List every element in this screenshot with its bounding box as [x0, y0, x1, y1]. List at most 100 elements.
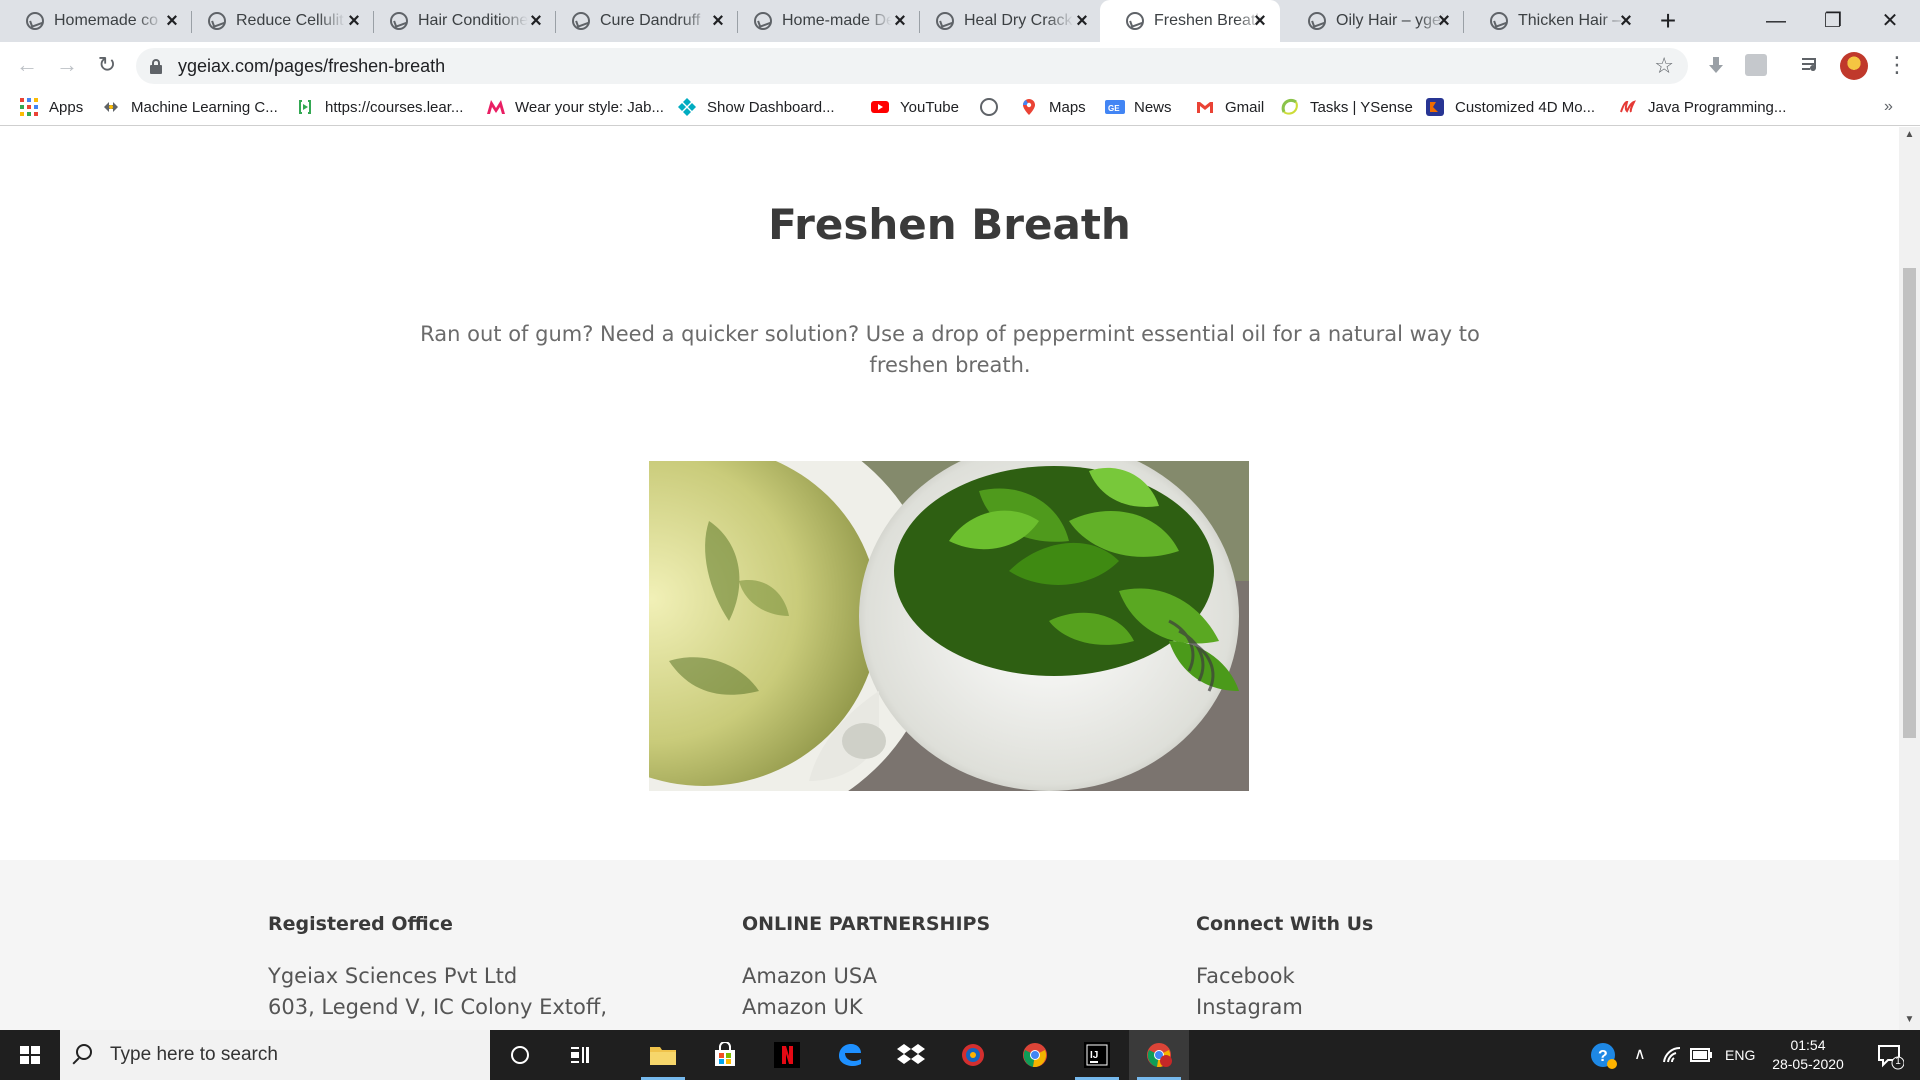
tab-title: Hair Conditione [418, 12, 528, 29]
menu-icon[interactable]: ⋮ [1886, 50, 1908, 80]
close-icon[interactable]: × [1072, 11, 1092, 31]
dropbox-app[interactable] [881, 1030, 941, 1080]
globe-icon [26, 12, 44, 30]
close-icon[interactable]: × [162, 11, 182, 31]
svg-text:GE: GE [1108, 104, 1120, 113]
vertical-scrollbar[interactable]: ▲ ▼ [1899, 127, 1920, 1030]
system-tray: ? ∧ ENG 01:54 28-05-2020 1 [1580, 1030, 1920, 1080]
forward-button[interactable]: → [52, 50, 82, 80]
footer-online-partnerships: ONLINE PARTNERSHIPS Amazon USA Amazon UK [742, 913, 990, 1023]
footer-link[interactable]: Amazon UK [742, 992, 990, 1023]
help-icon[interactable]: ? [1590, 1042, 1618, 1075]
footer-link[interactable]: Instagram [1196, 992, 1373, 1023]
netflix-app[interactable] [757, 1030, 817, 1080]
close-icon[interactable]: × [708, 11, 728, 31]
footer-line: 603, Legend V, IC Colony Extoff, [268, 995, 608, 1019]
tab-title: Oily Hair – ygei [1336, 12, 1445, 29]
taskbar-search-box[interactable]: Type here to search [60, 1030, 490, 1080]
news-icon: GE [1105, 98, 1125, 116]
profile-avatar[interactable] [1840, 52, 1868, 80]
tab-thicken-hair[interactable]: Thicken Hair – × [1464, 0, 1646, 42]
close-icon[interactable]: × [1434, 11, 1454, 31]
bookmark-ysense[interactable]: Tasks | YSense [1281, 88, 1413, 126]
tab-hair-conditioner[interactable]: Hair Conditione × [364, 0, 556, 42]
bookmark-apps[interactable]: Apps [20, 88, 83, 126]
close-icon[interactable]: × [1250, 11, 1270, 31]
bookmark-4d[interactable]: Customized 4D Mo... [1426, 88, 1595, 126]
media-control-icon[interactable] [1800, 54, 1822, 76]
close-icon[interactable]: × [526, 11, 546, 31]
bookmark-label: Java Programming... [1648, 98, 1787, 116]
bookmark-dashboard[interactable]: Show Dashboard... [678, 88, 835, 126]
svg-text:?: ? [1598, 1048, 1608, 1065]
footer: Registered Office Ygeiax Sciences Pvt Lt… [0, 860, 1899, 1030]
burn-app[interactable] [943, 1030, 1003, 1080]
close-icon[interactable]: × [344, 11, 364, 31]
bookmark-label: https://courses.lear... [325, 98, 464, 116]
cortana-button[interactable] [490, 1030, 550, 1080]
scroll-thumb[interactable] [1903, 268, 1916, 738]
scroll-up-arrow-icon[interactable]: ▲ [1899, 129, 1920, 145]
bookmark-gmail[interactable]: Gmail [1196, 88, 1264, 126]
close-window-button[interactable]: ✕ [1870, 6, 1910, 36]
screen: Homemade co × Reduce Cellulit × Hair Con… [0, 0, 1920, 1080]
page-viewport: Freshen Breath Ran out of gum? Need a qu… [0, 127, 1899, 1030]
tab-oily-hair[interactable]: Oily Hair – ygei × [1282, 0, 1464, 42]
edge-app[interactable] [819, 1030, 879, 1080]
notifications-icon[interactable]: 1 [1876, 1042, 1905, 1075]
globe-icon [390, 12, 408, 30]
language-indicator[interactable]: ENG [1725, 1030, 1755, 1080]
chrome-profile-app[interactable] [1129, 1030, 1189, 1080]
start-button[interactable] [0, 1030, 60, 1080]
footer-link[interactable]: Facebook [1196, 961, 1373, 992]
extension-icon[interactable] [1745, 54, 1767, 76]
task-view-button[interactable] [550, 1030, 610, 1080]
download-extension-icon[interactable] [1705, 54, 1727, 76]
bookmark-maps[interactable]: Maps [1020, 88, 1086, 126]
close-icon[interactable]: × [1616, 11, 1636, 31]
tab-heal-dry-cracked[interactable]: Heal Dry Crack × [910, 0, 1102, 42]
bookmark-myntra[interactable]: Wear your style: Jab... [486, 88, 664, 126]
globe-icon [572, 12, 590, 30]
back-button[interactable]: ← [12, 50, 42, 80]
scroll-down-arrow-icon[interactable]: ▼ [1899, 1014, 1920, 1030]
address-bar[interactable]: ygeiax.com/pages/freshen-breath ☆ [136, 48, 1688, 84]
chevron-up-icon[interactable]: ∧ [1634, 1044, 1646, 1064]
bookmark-globe[interactable] [980, 88, 1009, 126]
minimize-button[interactable]: — [1756, 6, 1796, 36]
bookmark-star-icon[interactable]: ☆ [1654, 48, 1674, 84]
footer-link[interactable]: Amazon USA [742, 961, 990, 992]
bookmark-label: Maps [1049, 98, 1086, 116]
lock-icon [150, 59, 162, 74]
intellij-app[interactable]: IJ [1067, 1030, 1127, 1080]
close-icon[interactable]: × [890, 11, 910, 31]
tab-home-made[interactable]: Home-made De × [728, 0, 920, 42]
search-icon [76, 1044, 92, 1060]
clock[interactable]: 01:54 28-05-2020 [1768, 1036, 1848, 1074]
battery-icon[interactable] [1690, 1048, 1712, 1067]
tab-homemade[interactable]: Homemade co × [0, 0, 192, 42]
bookmark-news[interactable]: GE News [1105, 88, 1172, 126]
tab-freshen-breath[interactable]: Freshen Breath × [1100, 0, 1280, 42]
file-explorer-app[interactable] [633, 1030, 693, 1080]
bookmark-java[interactable]: Java Programming... [1619, 88, 1786, 126]
search-placeholder: Type here to search [110, 1044, 278, 1065]
footer-heading: Registered Office [268, 913, 453, 935]
tab-title: Cure Dandruff [600, 12, 701, 29]
wifi-icon[interactable] [1662, 1046, 1682, 1069]
reload-button[interactable]: ↻ [92, 50, 122, 80]
restore-button[interactable]: ❐ [1813, 6, 1853, 36]
store-app[interactable] [695, 1030, 755, 1080]
bookmark-machine-learning[interactable]: Machine Learning C... [102, 88, 278, 126]
chrome-app[interactable] [1005, 1030, 1065, 1080]
new-tab-button[interactable]: + [1654, 7, 1682, 36]
tab-title: Homemade co [54, 12, 159, 29]
globe-icon [1126, 12, 1144, 30]
bookmark-courses[interactable]: https://courses.lear... [296, 88, 463, 126]
tab-reduce-cellulite[interactable]: Reduce Cellulit × [182, 0, 374, 42]
clock-date: 28-05-2020 [1772, 1056, 1844, 1072]
url-text[interactable]: ygeiax.com/pages/freshen-breath [178, 48, 445, 84]
bookmarks-overflow-button[interactable]: » [1884, 88, 1893, 126]
tab-cure-dandruff[interactable]: Cure Dandruff × [546, 0, 738, 42]
bookmark-youtube[interactable]: YouTube [871, 88, 959, 126]
